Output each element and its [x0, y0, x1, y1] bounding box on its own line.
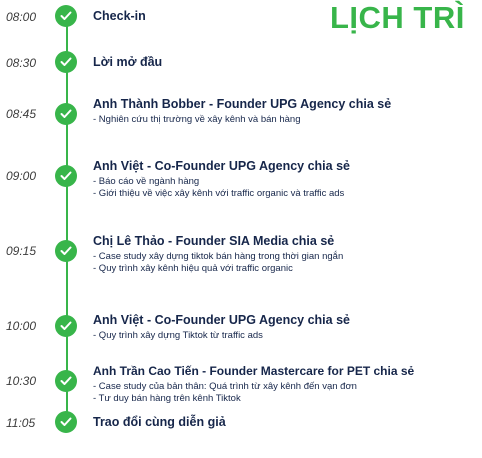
item-title: Anh Thành Bobber - Founder UPG Agency ch… — [93, 97, 392, 111]
check-icon — [55, 165, 77, 187]
page-title: LỊCH TRÌ — [330, 0, 465, 35]
item-title: Trao đổi cùng diễn giả — [93, 415, 226, 429]
item-detail: - Quy trình xây dựng Tiktok từ traffic a… — [93, 330, 263, 341]
item-detail: - Quy trình xây kênh hiệu quả với traffi… — [93, 263, 293, 274]
item-detail: - Giới thiệu về việc xây kênh với traffi… — [93, 188, 345, 199]
timeline-line — [66, 22, 68, 422]
check-icon — [55, 103, 77, 125]
item-detail: - Case study xây dựng tiktok bán hàng tr… — [93, 251, 344, 262]
check-icon — [55, 315, 77, 337]
check-icon — [55, 240, 77, 262]
item-title: Anh Việt - Co-Founder UPG Agency chia sẻ — [93, 313, 350, 327]
time-label: 08:00 — [6, 10, 37, 24]
item-detail: - Case study của bản thân: Quá trình từ … — [93, 381, 357, 392]
time-label: 08:30 — [6, 56, 37, 70]
check-icon — [55, 51, 77, 73]
item-title: Anh Việt - Co-Founder UPG Agency chia sẻ — [93, 159, 350, 173]
time-label: 10:30 — [6, 374, 37, 388]
item-title: Anh Trần Cao Tiến - Founder Mastercare f… — [93, 364, 415, 378]
item-title: Chị Lê Thảo - Founder SIA Media chia sẻ — [93, 234, 335, 248]
time-label: 11:05 — [6, 416, 36, 430]
check-icon — [55, 5, 77, 27]
time-label: 08:45 — [6, 107, 37, 121]
time-label: 09:15 — [6, 244, 37, 258]
item-detail: - Nghiên cứu thị trường về xây kênh và b… — [93, 114, 301, 125]
item-title: Check-in — [93, 9, 146, 23]
check-icon — [55, 370, 77, 392]
item-detail: - Báo cáo về ngành hàng — [93, 176, 200, 187]
check-icon — [55, 411, 77, 433]
item-title: Lời mở đầu — [93, 55, 163, 69]
time-label: 09:00 — [6, 169, 37, 183]
item-detail: - Tư duy bán hàng trên kênh Tiktok — [93, 393, 241, 404]
time-label: 10:00 — [6, 319, 37, 333]
